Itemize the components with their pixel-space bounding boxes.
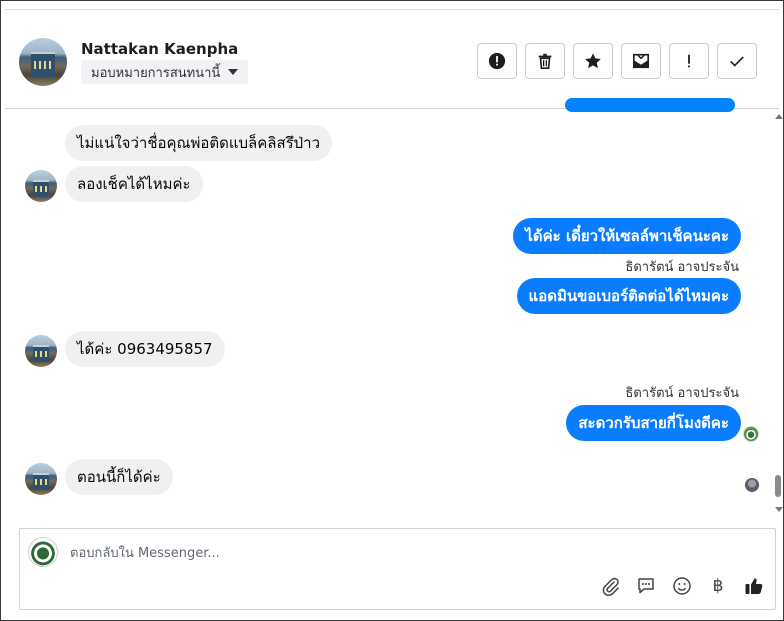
saved-replies-button[interactable]: [635, 575, 657, 597]
clipped-outgoing-bubble: [565, 98, 735, 112]
check-icon: [730, 56, 744, 67]
assign-conversation-dropdown[interactable]: มอบหมายการสนทนานี้: [81, 60, 249, 84]
message-bubble[interactable]: สะดวกรับสายกี่โมงดีคะ: [566, 405, 741, 441]
caret-down-icon: [228, 69, 239, 75]
sender-name: ธิดารัตน์ อาจประจัน: [625, 260, 739, 275]
contact-avatar: [25, 335, 57, 367]
mark-unread-icon: [632, 53, 650, 69]
emoji-button[interactable]: [671, 575, 693, 597]
contact-avatar[interactable]: [19, 38, 67, 86]
conversation-toolbar: [477, 43, 757, 79]
seen-indicator-icon: [743, 426, 759, 442]
like-button[interactable]: [743, 575, 765, 597]
message-bubble[interactable]: ตอนนี้ก็ได้ค่ะ: [65, 459, 173, 495]
like-icon: [745, 578, 763, 594]
exclamation-icon: [688, 54, 690, 68]
message-bubble[interactable]: ไม่แน่ใจว่าชื่อคุณพ่อติดแบล็คลิสรึป่าว: [65, 125, 333, 161]
contact-avatar: [25, 463, 57, 495]
composer-tools: ฿: [599, 575, 765, 597]
assign-conversation-label: มอบหมายการสนทนานี้: [91, 65, 221, 81]
emoji-icon: [673, 577, 691, 595]
message-bubble[interactable]: ได้ค่ะ เดี๋ยวให้เซลล์พาเช็คนะคะ: [513, 218, 741, 254]
conversation-window: Nattakan Kaenpha มอบหมายการสนทนานี้ ไม่แ…: [0, 0, 784, 621]
scroll-up-icon[interactable]: [775, 114, 783, 119]
contact-name[interactable]: Nattakan Kaenpha: [81, 40, 238, 58]
trash-icon: [538, 53, 552, 70]
mark-unread-button[interactable]: [621, 43, 661, 79]
attachment-icon: [602, 577, 619, 596]
follow-up-button[interactable]: [669, 43, 709, 79]
attachment-button[interactable]: [599, 575, 621, 597]
message-bubble[interactable]: แอดมินขอเบอร์ติดต่อได้ไหมคะ: [516, 278, 741, 314]
message-bubble[interactable]: ลองเช็คได้ไหมค่ะ: [65, 166, 203, 202]
message-bubble[interactable]: ได้ค่ะ 0963495857: [65, 331, 225, 367]
sender-name: ธิดารัตน์ อาจประจัน: [625, 386, 739, 401]
alert-circle-icon: [488, 52, 506, 70]
page-avatar: [28, 537, 58, 567]
conversation-header: Nattakan Kaenpha มอบหมายการสนทนานี้: [5, 9, 779, 109]
star-button[interactable]: [573, 43, 613, 79]
message-list[interactable]: ไม่แน่ใจว่าชื่อคุณพ่อติดแบล็คลิสรึป่าว ล…: [1, 98, 783, 518]
done-button[interactable]: [717, 43, 757, 79]
delete-button[interactable]: [525, 43, 565, 79]
reply-input[interactable]: [68, 541, 572, 565]
saved-replies-icon: [638, 578, 654, 594]
read-receipt-avatar-icon: [745, 478, 759, 492]
contact-avatar: [25, 170, 57, 202]
payment-button[interactable]: ฿: [707, 575, 729, 597]
reply-composer: ฿: [19, 528, 776, 610]
scroll-down-icon[interactable]: [775, 507, 783, 512]
spam-button[interactable]: [477, 43, 517, 79]
star-icon: [585, 53, 601, 69]
message-list-scrollbar[interactable]: [773, 108, 783, 518]
scroll-thumb[interactable]: [775, 475, 781, 497]
baht-icon: ฿: [712, 576, 724, 596]
